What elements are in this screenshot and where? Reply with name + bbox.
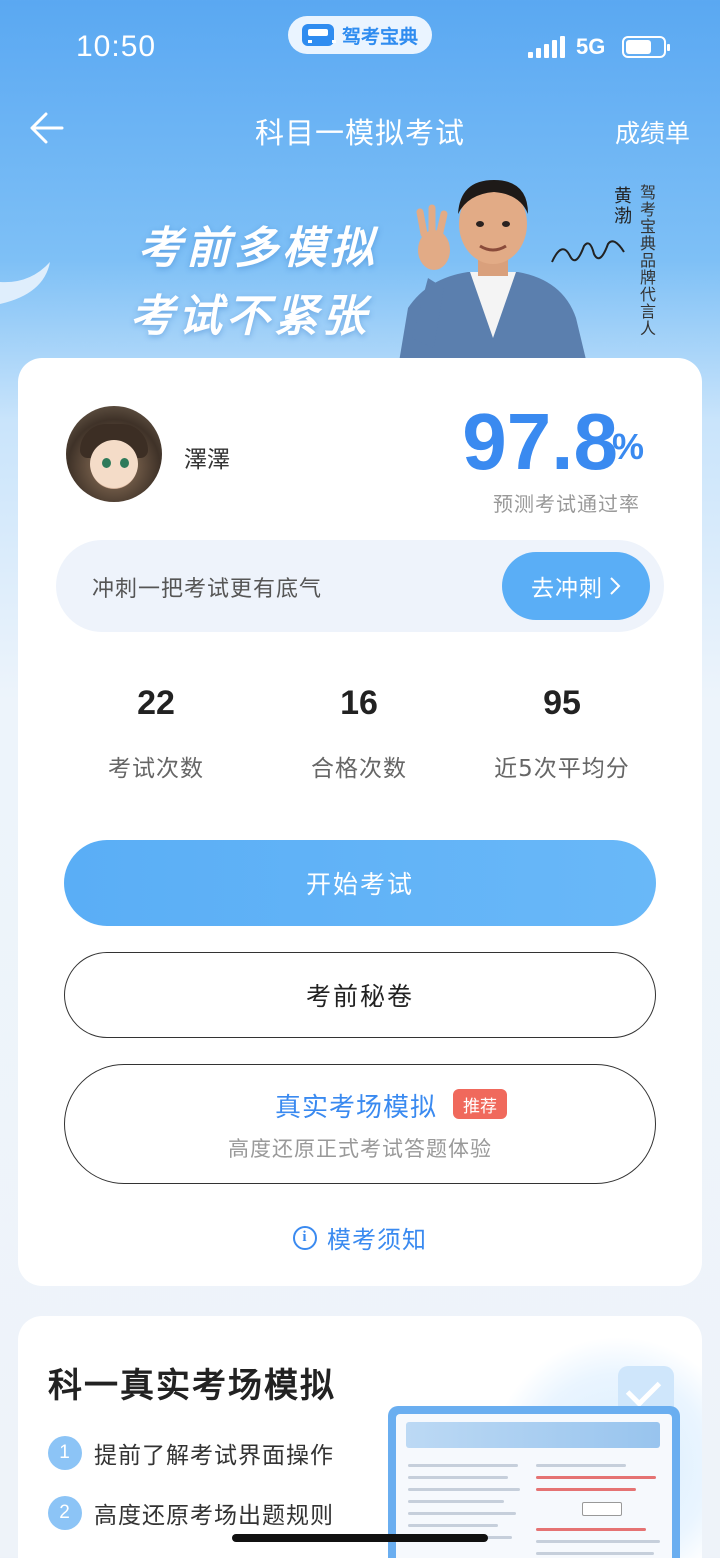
banner-slogan-line2: 考试不紧张 (130, 291, 370, 342)
report-link[interactable]: 成绩单 (615, 114, 690, 150)
car-icon (301, 24, 336, 46)
pass-rate-unit: % (611, 426, 644, 467)
sprint-text: 冲刺一把考试更有底气 (92, 577, 323, 602)
app-indicator-pill[interactable]: 驾考宝典 (288, 16, 432, 54)
exam-notice-label: 模考须知 (327, 1226, 427, 1254)
feature-number: 1 (48, 1436, 82, 1470)
stat-value: 95 (543, 684, 581, 722)
stat-label: 考试次数 (108, 756, 204, 782)
username: 澤澤 (184, 447, 230, 473)
page-title: 科目一模拟考试 (254, 116, 465, 150)
feature-number: 2 (48, 1496, 82, 1530)
stat-exam-count: 22 考试次数 (56, 684, 256, 783)
status-time: 10:50 (76, 30, 157, 63)
nav-bar: 科目一模拟考试 成绩单 (0, 96, 720, 162)
sprint-button[interactable]: 去冲刺 (502, 552, 650, 620)
network-type: 5G (576, 34, 606, 59)
pass-rate-value: 97.8 (462, 397, 618, 486)
section-title: 科一真实考场模拟 (48, 1366, 336, 1406)
status-bar: 10:50 驾考宝典 5G (0, 0, 720, 96)
feature-text: 高度还原考场出题规则 (94, 1503, 334, 1529)
stat-pass-count: 16 合格次数 (259, 684, 459, 783)
stat-average-score: 95 近5次平均分 (462, 684, 662, 783)
stat-value: 16 (340, 684, 378, 722)
feature-item: 2 高度还原考场出题规则 (48, 1496, 334, 1530)
sprint-banner: 冲刺一把考试更有底气 去冲刺 (56, 540, 664, 632)
pass-rate-label: 预测考试通过率 (493, 492, 640, 516)
exam-summary-card: 澤澤 97.8 % 预测考试通过率 冲刺一把考试更有底气 去冲刺 22 考试次数… (18, 358, 702, 1286)
exam-stats: 22 考试次数 16 合格次数 95 近5次平均分 (18, 684, 702, 794)
stat-label: 近5次平均分 (494, 756, 630, 782)
exam-notice-link[interactable]: i 模考须知 (18, 1220, 702, 1255)
stat-value: 22 (137, 684, 175, 722)
spokesperson-title: 驾考宝典品牌代言人 (637, 184, 656, 337)
recommend-badge: 推荐 (453, 1089, 507, 1119)
decorative-wing-shape (0, 262, 50, 304)
real-exam-simulation-button[interactable]: 真实考场模拟 推荐 高度还原正式考试答题体验 (64, 1064, 656, 1184)
real-exam-subtitle: 高度还原正式考试答题体验 (228, 1137, 492, 1161)
info-icon: i (293, 1225, 317, 1250)
banner-slogan-line1: 考前多模拟 (138, 223, 378, 274)
stat-label: 合格次数 (311, 756, 407, 782)
real-exam-title: 真实考场模拟 (275, 1093, 438, 1123)
chevron-right-icon (610, 577, 621, 595)
secret-paper-button[interactable]: 考前秘卷 (64, 952, 656, 1038)
sprint-button-label: 去冲刺 (531, 576, 603, 602)
avatar[interactable] (66, 406, 162, 502)
home-indicator[interactable] (232, 1534, 488, 1542)
real-exam-section-card[interactable]: 科一真实考场模拟 1 提前了解考试界面操作 2 高度还原考场出题规则 (18, 1316, 702, 1558)
start-exam-button[interactable]: 开始考试 (64, 840, 656, 926)
signal-icon (528, 36, 565, 58)
feature-text: 提前了解考试界面操作 (94, 1443, 334, 1469)
signature-scrawl (551, 240, 625, 263)
feature-item: 1 提前了解考试界面操作 (48, 1436, 334, 1470)
promo-banner[interactable]: 考前多模拟 考试不紧张 黄渤 驾考宝典品牌代言人 (0, 162, 720, 362)
app-name: 驾考宝典 (341, 25, 418, 48)
spokesperson-name: 黄渤 (611, 186, 632, 226)
battery-icon (622, 36, 670, 58)
